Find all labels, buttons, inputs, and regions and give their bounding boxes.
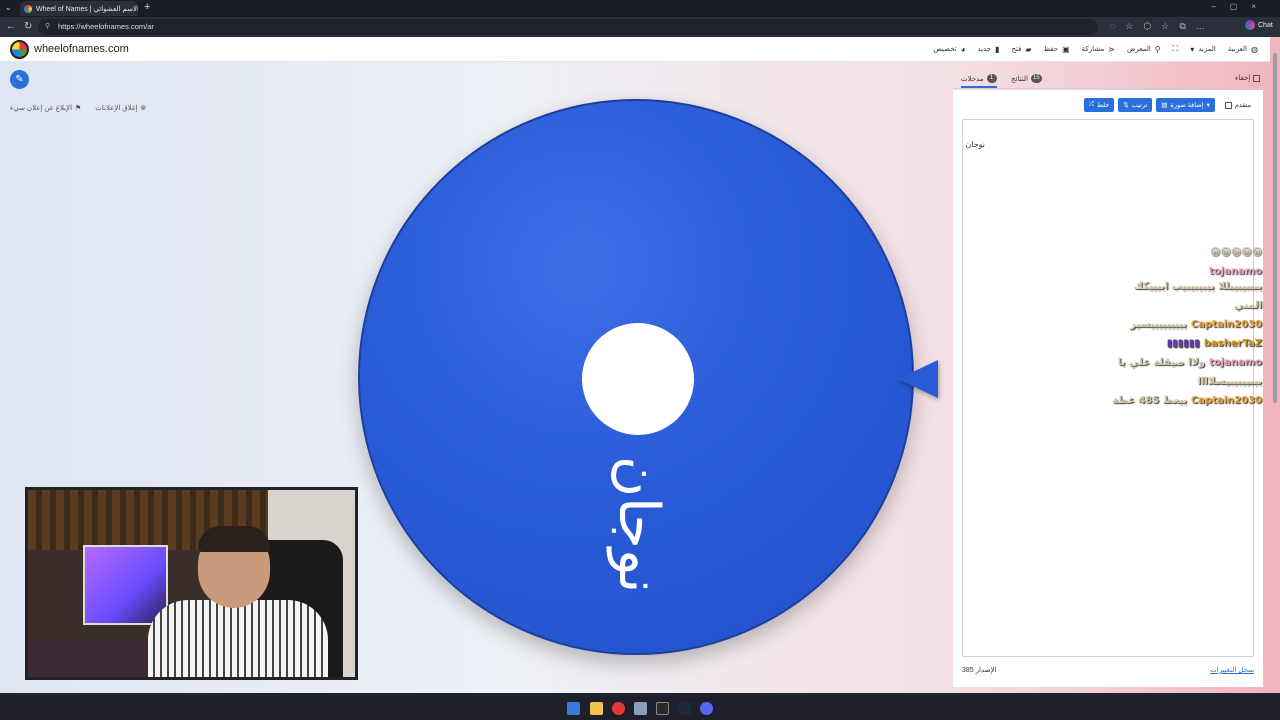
wheel-pointer-icon (898, 360, 938, 398)
menu-gallery[interactable]: ⚲ المعرض (1127, 44, 1161, 54)
folder-icon: ▰ (1025, 44, 1032, 54)
image-icon: ▨ (1161, 102, 1168, 109)
search-icon: ⚲ (1154, 44, 1161, 54)
share-icon: ⋖ (1108, 44, 1115, 54)
site-info-icon[interactable]: ⚲ (45, 22, 50, 30)
wheel-segment-label: نوجان (606, 456, 671, 594)
chat-message: ييبييبيبيسلاااا (1197, 376, 1262, 387)
chat-message: المني (1233, 300, 1262, 311)
report-ad-link[interactable]: ⚑ الإبلاغ عن إعلان سيء (10, 104, 81, 112)
menu-share[interactable]: ⋖ مشاركة (1082, 44, 1115, 54)
url-bar[interactable]: ⚲ https://wheelofnames.com/ar (38, 19, 1098, 35)
tab-title: Wheel of Names | الاسم العشوائي (36, 5, 138, 13)
chat-message: Captain2030 ييعط 485 غطة (1112, 395, 1262, 406)
menu-fullscreen[interactable]: ⛶ (1173, 44, 1179, 54)
address-toolbar: ← ↻ ⚲ https://wheelofnames.com/ar ◌☆⬡☆⧉…… (0, 17, 1280, 37)
tab-list-icon[interactable]: ⌄ (5, 3, 12, 12)
advanced-checkbox[interactable] (1224, 101, 1232, 109)
chat-username: tojanamo (1209, 357, 1262, 368)
panel-tabs: إخفاء مدخلات 1 النتائج 15 (953, 69, 1263, 89)
hide-panel-toggle[interactable]: إخفاء (1235, 74, 1261, 82)
youtube-icon[interactable] (612, 702, 625, 715)
changelog-link[interactable]: سجل التغييرات (1210, 666, 1254, 674)
page-scrollbar[interactable] (1272, 43, 1278, 683)
spinning-wheel[interactable]: نوجان (358, 99, 914, 655)
back-icon[interactable]: ← (6, 21, 16, 32)
tab-results[interactable]: النتائج 15 (1011, 74, 1042, 83)
chat-message: Captain2030 يييييييييسير (1129, 319, 1262, 330)
chat-message: 😀😀😀😀😀 (1209, 247, 1262, 258)
caret-down-icon: ▾ (1190, 44, 1195, 54)
tab-entries[interactable]: مدخلات 1 (961, 74, 997, 88)
menu-open[interactable]: ▰ فتح (1011, 44, 1031, 54)
browser-tabstrip: ⌄ Wheel of Names | الاسم العشوائي × + –▢… (0, 0, 1280, 17)
chat-username: tojanamo (1209, 266, 1262, 277)
site-brand[interactable]: wheelofnames.com (34, 43, 129, 55)
ad-links: ⊗ إغلاق الإعلانات ⚑ الإبلاغ عن إعلان سيء (10, 104, 146, 112)
menu-language[interactable]: ◍ العربية (1228, 44, 1258, 54)
caret-down-icon: ▾ (1206, 102, 1210, 109)
os-taskbar (0, 697, 1280, 720)
entries-toolbar: متقدم ▾ إضافة صورة ▨ ترتيب ⇅ خلط ⤮ (1083, 98, 1251, 112)
scrollbar-thumb[interactable] (1273, 53, 1277, 403)
globe-icon: ◍ (1251, 44, 1258, 54)
site-header: wheelofnames.com ◍ العربية المزيد ▾ ⛶ ⚲ الم… (0, 37, 1270, 62)
tab-wheel-of-names[interactable]: Wheel of Names | الاسم العشوائي × (20, 1, 138, 16)
palette-icon: ◕ (960, 44, 966, 54)
chat-message: basherTaZ ▮▮▮▮▮▮ (1166, 338, 1262, 349)
edit-pencil-button[interactable]: ✎ (10, 70, 29, 89)
chat-username: Captain2030 (1190, 395, 1262, 406)
copilot-chat-button[interactable]: Chat (1245, 20, 1273, 30)
discord-icon[interactable] (700, 702, 713, 715)
start-icon[interactable] (567, 702, 580, 715)
chat-username: basherTaZ (1203, 338, 1262, 349)
advanced-toggle[interactable]: متقدم (1224, 101, 1251, 109)
menu-customize[interactable]: ◕ تخصيص (933, 44, 965, 54)
wheel-center-hub[interactable] (582, 323, 694, 435)
browser-toolbar-icons[interactable]: ◌☆⬡☆⧉… (1110, 21, 1215, 32)
chat-username: Captain2030 (1190, 319, 1262, 330)
file-explorer-icon[interactable] (590, 702, 603, 715)
wheel-favicon-icon (24, 4, 32, 13)
add-image-button[interactable]: ▾ إضافة صورة ▨ (1156, 98, 1215, 112)
version-info: 385 الإصدار (962, 667, 997, 674)
webcam-pc-case (83, 545, 168, 625)
menu-save[interactable]: ▣ حفظ (1044, 44, 1070, 54)
entry-line: نوجان (965, 140, 985, 149)
webcam-overlay (25, 487, 358, 680)
menu-new[interactable]: ▮ جديد (977, 44, 999, 54)
stream-chat-overlay: 😀😀😀😀😀 tojanamo يبببيبيبللا ييبيبيبيب ابيي… (1102, 247, 1262, 414)
steam-icon[interactable] (678, 702, 691, 715)
close-ads-link[interactable]: ⊗ إغلاق الإعلانات (95, 104, 146, 112)
url-text: https://wheelofnames.com/ar (58, 22, 154, 31)
entries-count-badge: 1 (986, 74, 997, 83)
sort-button[interactable]: ترتيب ⇅ (1118, 98, 1153, 112)
fullscreen-icon: ⛶ (1172, 44, 1179, 53)
menu-more[interactable]: المزيد ▾ (1190, 44, 1216, 54)
sort-icon: ⇅ (1123, 102, 1129, 109)
close-circle-icon: ⊗ (140, 105, 147, 112)
chat-label: Chat (1258, 21, 1273, 29)
copilot-icon (1245, 20, 1255, 30)
reload-icon[interactable]: ↻ (24, 21, 32, 32)
chat-message: tojanamo يبببيبيبللا ييبيبيبيب ابيييكك (1133, 266, 1262, 292)
chat-message: tojanamo ولاا صيقلة علي يا (1117, 357, 1262, 368)
hide-checkbox[interactable] (1253, 74, 1261, 82)
shuffle-icon: ⤮ (1088, 101, 1094, 108)
webcam-streamer-body (148, 600, 328, 677)
browser-icon[interactable] (634, 702, 647, 715)
webcam-streamer-hair (198, 526, 270, 552)
shuffle-button[interactable]: خلط ⤮ (1083, 98, 1115, 112)
new-tab-icon[interactable]: + (144, 1, 150, 13)
results-count-badge: 15 (1030, 74, 1042, 83)
new-file-icon: ▮ (995, 44, 1000, 54)
flag-icon: ⚑ (75, 105, 82, 112)
save-icon: ▣ (1062, 44, 1070, 54)
obs-icon[interactable] (656, 702, 669, 715)
wheel-logo-icon[interactable] (10, 40, 29, 59)
pencil-icon: ✎ (15, 74, 24, 85)
window-controls[interactable]: –▢× (1211, 2, 1270, 11)
site-menu: ◍ العربية المزيد ▾ ⛶ ⚲ المعرض ⋖ مشاركة ▣ حفظ … (933, 44, 1258, 54)
